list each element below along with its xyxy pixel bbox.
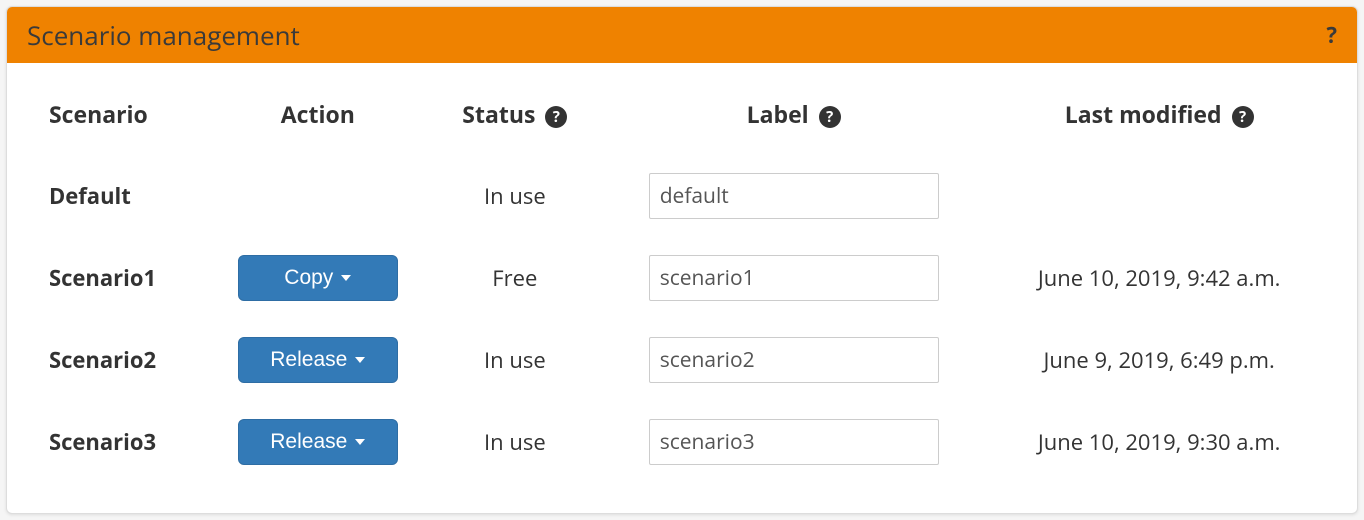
label-input[interactable] (649, 337, 939, 383)
header-scenario: Scenario (37, 83, 202, 155)
action-dropdown-button[interactable]: Release (238, 337, 398, 383)
last-modified-cell: June 10, 2019, 9:30 a.m. (991, 401, 1327, 483)
action-dropdown-button[interactable]: Copy (238, 255, 398, 301)
panel-header: Scenario management ? (7, 7, 1357, 63)
table-row: Scenario2 Release In use June 9, 2019, 6… (37, 319, 1327, 401)
scenario-management-panel: Scenario management ? Scenario Action St… (6, 6, 1358, 514)
last-modified-cell: June 9, 2019, 6:49 p.m. (991, 319, 1327, 401)
action-cell (202, 155, 434, 237)
table-row: Scenario1 Copy Free June 10, 2019, 9:42 … (37, 237, 1327, 319)
table-header-row: Scenario Action Status ? Label ? Last mo (37, 83, 1327, 155)
label-input[interactable] (649, 255, 939, 301)
header-action: Action (202, 83, 434, 155)
last-modified-cell: June 10, 2019, 9:42 a.m. (991, 237, 1327, 319)
status-cell: In use (434, 155, 596, 237)
last-modified-cell (991, 155, 1327, 237)
action-cell: Release (202, 319, 434, 401)
header-last-modified: Last modified ? (991, 83, 1327, 155)
label-input[interactable] (649, 419, 939, 465)
scenario-name: Scenario1 (37, 237, 202, 319)
chevron-down-icon (355, 357, 365, 363)
scenario-name: Scenario2 (37, 319, 202, 401)
action-cell: Copy (202, 237, 434, 319)
scenario-name: Scenario3 (37, 401, 202, 483)
table-row: Scenario3 Release In use June 10, 2019, … (37, 401, 1327, 483)
table-body: Default In use Scenario1 Copy (37, 155, 1327, 483)
action-cell: Release (202, 401, 434, 483)
label-input[interactable] (649, 173, 939, 219)
status-cell: In use (434, 401, 596, 483)
label-cell (596, 319, 991, 401)
panel-help-icon[interactable]: ? (1327, 20, 1338, 50)
panel-title: Scenario management (27, 17, 300, 53)
chevron-down-icon (341, 275, 351, 281)
help-icon[interactable]: ? (545, 106, 567, 128)
panel-body: Scenario Action Status ? Label ? Last mo (7, 63, 1357, 513)
help-icon[interactable]: ? (819, 106, 841, 128)
header-label: Label ? (596, 83, 991, 155)
help-icon[interactable]: ? (1232, 106, 1254, 128)
status-cell: In use (434, 319, 596, 401)
header-status: Status ? (434, 83, 596, 155)
status-cell: Free (434, 237, 596, 319)
chevron-down-icon (355, 439, 365, 445)
table-row: Default In use (37, 155, 1327, 237)
action-dropdown-button[interactable]: Release (238, 419, 398, 465)
label-cell (596, 401, 991, 483)
label-cell (596, 237, 991, 319)
scenario-name: Default (37, 155, 202, 237)
scenario-table: Scenario Action Status ? Label ? Last mo (37, 83, 1327, 483)
label-cell (596, 155, 991, 237)
